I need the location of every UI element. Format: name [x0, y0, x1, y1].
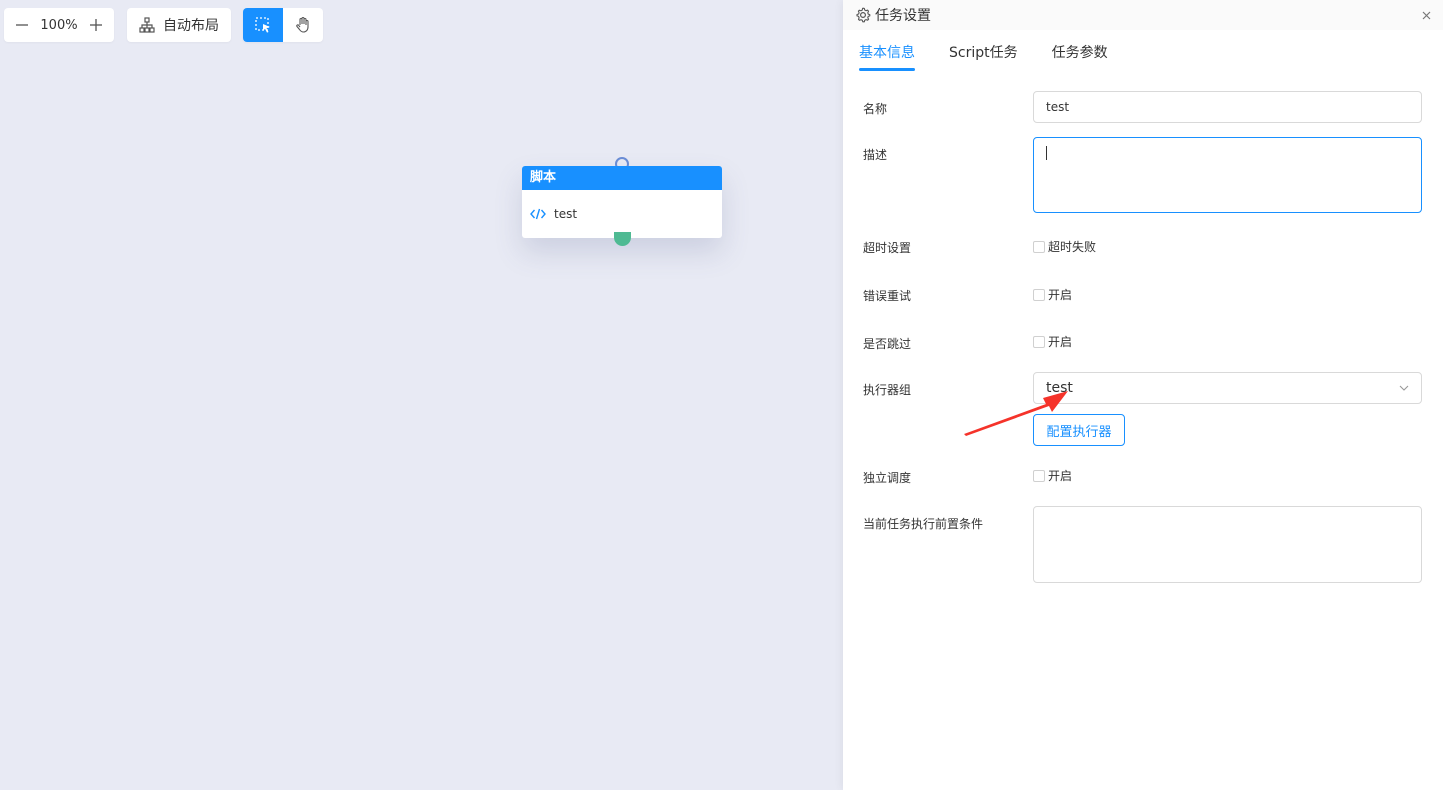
retry-option: 开启 — [1048, 288, 1073, 302]
pan-mode-button[interactable] — [283, 8, 323, 42]
independent-schedule-option: 开启 — [1048, 469, 1073, 483]
drawer-tabs: 基本信息 Script任务 任务参数 — [859, 30, 1443, 72]
precondition-label: 当前任务执行前置条件 — [863, 517, 984, 531]
zoom-in-button[interactable] — [78, 8, 114, 42]
drawer-header: 任务设置 — [843, 0, 1443, 30]
executor-group-select[interactable]: test — [1033, 372, 1422, 404]
checkbox-box[interactable] — [1033, 469, 1045, 482]
plus-icon — [90, 19, 102, 31]
checkbox-box[interactable] — [1033, 335, 1045, 348]
tab-basic-info[interactable]: 基本信息 — [859, 42, 915, 71]
hierarchy-icon — [139, 17, 155, 33]
zoom-out-button[interactable] — [4, 8, 40, 42]
skip-label: 是否跳过 — [863, 337, 912, 351]
retry-checkbox[interactable]: 开启 — [1033, 286, 1072, 303]
node-body: test — [522, 190, 722, 238]
independent-schedule-label: 独立调度 — [863, 471, 912, 485]
retry-label: 错误重试 — [863, 289, 912, 303]
drawer-title: 任务设置 — [875, 8, 931, 24]
script-node[interactable]: 脚本 test — [522, 166, 722, 238]
zoom-control: 100% — [4, 8, 114, 42]
node-output-port[interactable] — [614, 232, 631, 246]
tab-task-params[interactable]: 任务参数 — [1052, 42, 1108, 70]
code-icon — [530, 208, 546, 220]
box-select-icon — [255, 17, 270, 33]
executor-group-label: 执行器组 — [863, 383, 912, 397]
skip-checkbox[interactable]: 开启 — [1033, 333, 1072, 350]
minus-icon — [16, 24, 28, 26]
precondition-textarea[interactable] — [1033, 506, 1422, 583]
checkbox-box[interactable] — [1033, 240, 1045, 253]
task-settings-drawer: 任务设置 基本信息 Script任务 任务参数 名称 test 描述 超时设置 … — [843, 0, 1443, 790]
timeout-fail-checkbox[interactable]: 超时失败 — [1033, 238, 1096, 255]
zoom-level: 100% — [40, 17, 78, 33]
close-icon — [1422, 11, 1430, 19]
close-button[interactable] — [1419, 7, 1433, 23]
annotation-arrow-icon — [964, 391, 1068, 436]
description-textarea[interactable] — [1033, 137, 1422, 213]
independent-schedule-checkbox[interactable]: 开启 — [1033, 467, 1072, 484]
node-name: test — [554, 207, 578, 221]
tab-script-task[interactable]: Script任务 — [949, 42, 1018, 70]
hand-icon — [296, 16, 309, 33]
chevron-down-icon — [1399, 385, 1409, 391]
node-type-header: 脚本 — [522, 166, 722, 190]
text-cursor — [1046, 146, 1047, 160]
timeout-label: 超时设置 — [863, 241, 912, 255]
description-label: 描述 — [863, 148, 888, 162]
canvas-mode-toggle — [243, 8, 323, 42]
skip-option: 开启 — [1048, 335, 1073, 349]
auto-layout-label: 自动布局 — [163, 18, 219, 34]
select-mode-button[interactable] — [243, 8, 283, 42]
auto-layout-button[interactable]: 自动布局 — [127, 8, 231, 42]
timeout-fail-option: 超时失败 — [1048, 240, 1097, 254]
gear-icon — [856, 7, 871, 23]
checkbox-box[interactable] — [1033, 288, 1045, 301]
name-label: 名称 — [863, 102, 888, 116]
name-input[interactable]: test — [1033, 91, 1422, 123]
